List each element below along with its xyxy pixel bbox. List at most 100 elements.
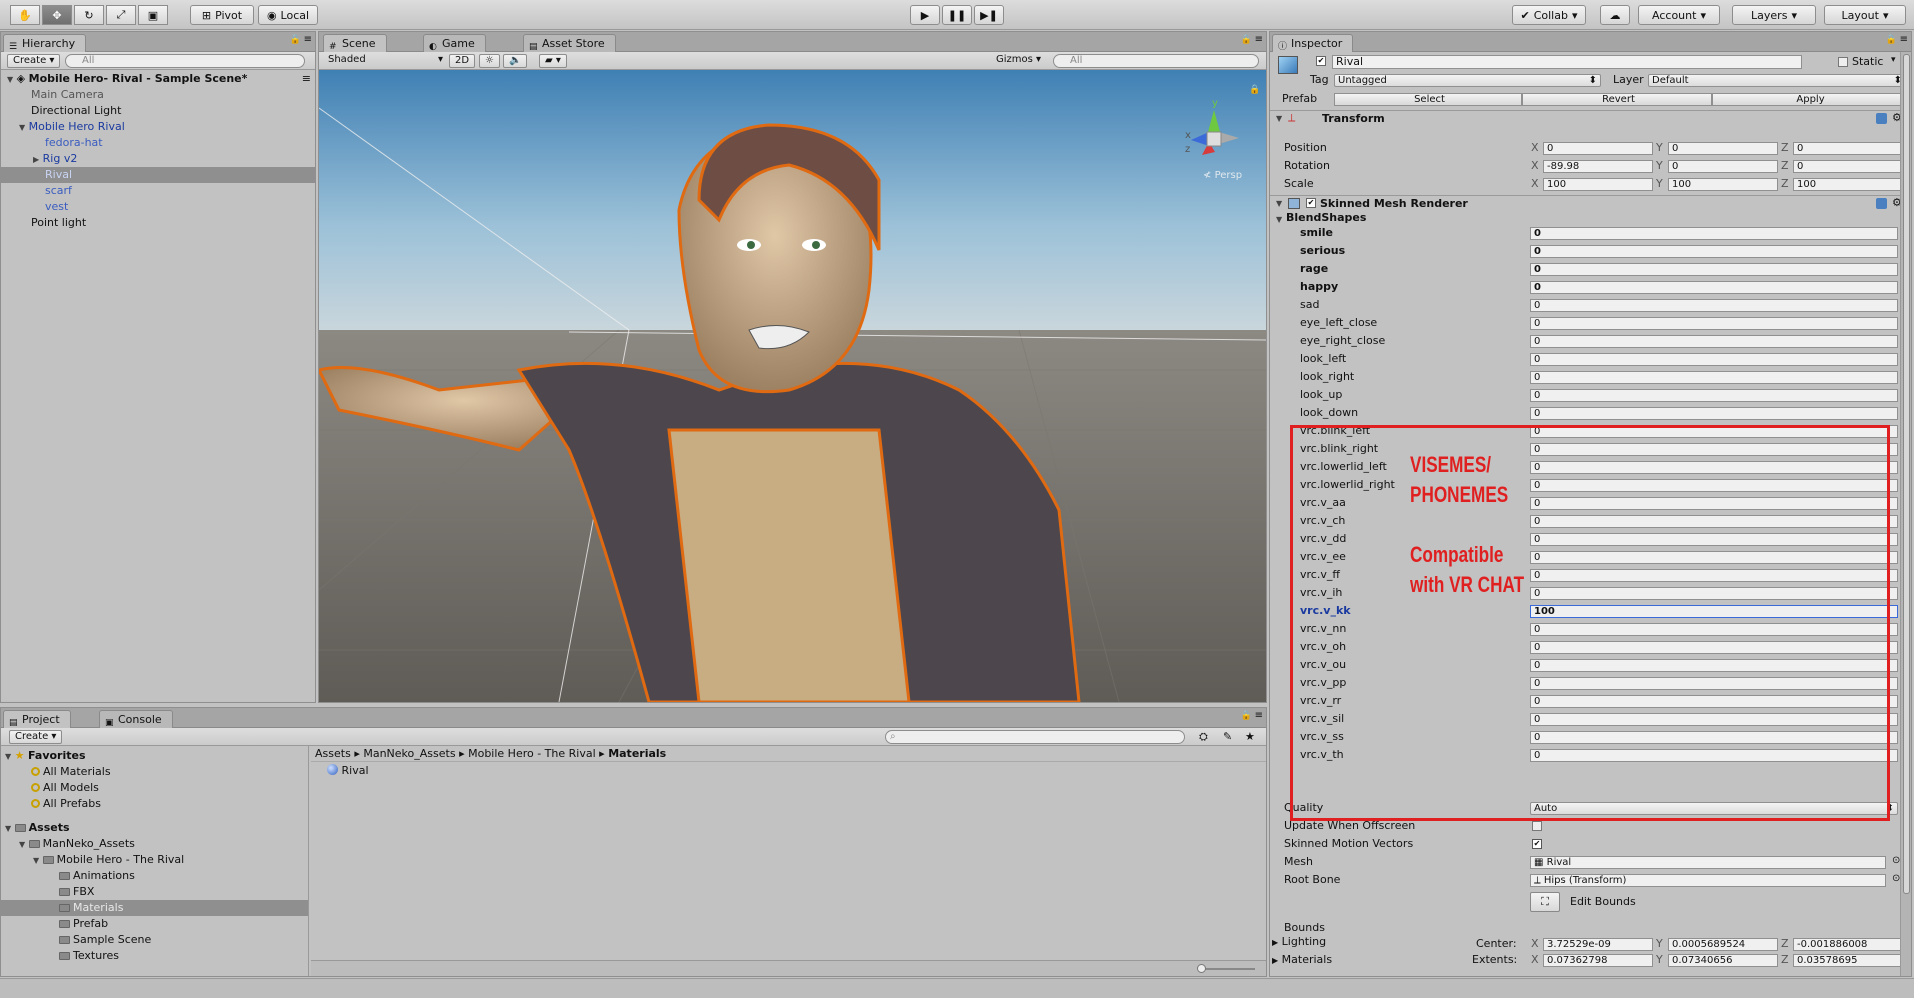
blendshape-input[interactable]: 0: [1530, 281, 1898, 294]
hierarchy-search-input[interactable]: All: [65, 54, 305, 68]
scale-x-input[interactable]: 100: [1543, 178, 1653, 191]
materials-foldout[interactable]: ▶ Materials: [1272, 952, 1572, 968]
prefab-select-button[interactable]: Select: [1334, 93, 1522, 106]
tab-game[interactable]: ◐ Game: [423, 34, 486, 52]
help-book-icon[interactable]: [1876, 198, 1887, 209]
filter-label-icon[interactable]: ✎: [1223, 730, 1232, 743]
foldout-icon[interactable]: ▼: [5, 824, 11, 833]
chevron-down-icon[interactable]: ▾: [1891, 55, 1896, 65]
list-item[interactable]: Sample Scene: [1, 932, 308, 948]
lock-icon[interactable]: 🔒: [290, 35, 301, 45]
hand-tool-button[interactable]: ✋: [10, 5, 40, 25]
blendshape-input[interactable]: 0: [1530, 407, 1898, 420]
breadcrumb-item[interactable]: ManNeko_Assets: [363, 747, 455, 760]
move-tool-button[interactable]: ✥: [42, 5, 72, 25]
hierarchy-create-button[interactable]: Create ▾: [7, 54, 61, 68]
list-item[interactable]: Prefab: [1, 916, 308, 932]
foldout-icon[interactable]: ▼: [33, 856, 39, 865]
blendshape-input[interactable]: 0: [1530, 497, 1898, 510]
menu-icon[interactable]: ≡: [1255, 710, 1263, 721]
inspector-scrollbar[interactable]: [1900, 52, 1911, 976]
project-search-input[interactable]: ⌕: [885, 730, 1185, 744]
renderer-enabled-checkbox[interactable]: ✔: [1306, 198, 1316, 208]
foldout-icon[interactable]: ▼: [1276, 215, 1282, 224]
blendshape-input[interactable]: 100: [1530, 605, 1898, 618]
list-item[interactable]: Point light: [1, 215, 315, 231]
blendshape-input[interactable]: 0: [1530, 317, 1898, 330]
transform-header[interactable]: ▼ ⟂ Transform ⚙: [1270, 110, 1911, 126]
gizmo-lock-icon[interactable]: 🔒: [1249, 84, 1260, 95]
list-item[interactable]: vest: [1, 199, 315, 215]
menu-icon[interactable]: ≡: [304, 34, 312, 45]
menu-icon[interactable]: ≡: [1900, 34, 1908, 45]
scene-search-input[interactable]: All: [1053, 54, 1259, 68]
foldout-icon[interactable]: ▼: [1276, 114, 1282, 123]
list-item[interactable]: ▼ Mobile Hero Rival: [1, 119, 315, 135]
position-y-input[interactable]: 0: [1668, 142, 1778, 155]
layout-dropdown[interactable]: Layout ▾: [1824, 5, 1906, 25]
list-item[interactable]: Directional Light: [1, 103, 315, 119]
list-item[interactable]: All Prefabs: [1, 796, 308, 812]
list-item[interactable]: ▼ ManNeko_Assets: [1, 836, 308, 852]
menu-icon[interactable]: ≡: [1255, 34, 1263, 45]
collab-dropdown[interactable]: ✔ Collab ▾: [1512, 5, 1586, 25]
list-item[interactable]: fedora-hat: [1, 135, 315, 151]
filter-type-icon[interactable]: ⛭: [1199, 730, 1208, 744]
shading-dropdown[interactable]: Shaded ▾: [323, 54, 443, 68]
active-checkbox[interactable]: ✔: [1316, 56, 1326, 66]
blendshape-input[interactable]: 0: [1530, 263, 1898, 276]
rotation-y-input[interactable]: 0: [1668, 160, 1778, 173]
blendshape-input[interactable]: 0: [1530, 389, 1898, 402]
account-dropdown[interactable]: Account ▾: [1638, 5, 1720, 25]
list-item[interactable]: FBX: [1, 884, 308, 900]
effects-dropdown[interactable]: ▰ ▾: [539, 54, 567, 68]
mesh-field[interactable]: ▦ Rival: [1530, 856, 1886, 869]
tab-hierarchy[interactable]: ☰ Hierarchy: [3, 34, 87, 52]
blendshape-input[interactable]: 0: [1530, 551, 1898, 564]
blendshape-input[interactable]: 0: [1530, 515, 1898, 528]
pivot-button[interactable]: ⊞ Pivot: [190, 5, 254, 25]
layers-dropdown[interactable]: Layers ▾: [1732, 5, 1816, 25]
prefab-apply-button[interactable]: Apply: [1712, 93, 1906, 106]
blendshape-input[interactable]: 0: [1530, 569, 1898, 582]
renderer-header[interactable]: ▼ ✔ Skinned Mesh Renderer ⚙: [1270, 195, 1911, 211]
scale-y-input[interactable]: 100: [1668, 178, 1778, 191]
favorite-star-icon[interactable]: ★: [1245, 730, 1255, 743]
foldout-icon[interactable]: ▼: [5, 752, 11, 761]
gizmos-dropdown[interactable]: Gizmos ▾: [991, 54, 1046, 68]
cloud-button[interactable]: ☁: [1600, 5, 1630, 25]
lock-icon[interactable]: 🔒: [1241, 35, 1252, 45]
blendshape-input[interactable]: 0: [1530, 659, 1898, 672]
blendshape-input[interactable]: 0: [1530, 749, 1898, 762]
blendshape-input[interactable]: 0: [1530, 227, 1898, 240]
persp-label[interactable]: ≮ Persp: [1203, 170, 1242, 181]
local-button[interactable]: ◉ Local: [258, 5, 318, 25]
list-item[interactable]: Animations: [1, 868, 308, 884]
tab-project[interactable]: ▤ Project: [3, 710, 71, 728]
foldout-icon[interactable]: ▼: [19, 840, 25, 849]
position-x-input[interactable]: 0: [1543, 142, 1653, 155]
blendshape-input[interactable]: 0: [1530, 479, 1898, 492]
scale-z-input[interactable]: 100: [1793, 178, 1903, 191]
center-y-input[interactable]: 0.0005689524: [1668, 938, 1778, 951]
list-item[interactable]: Textures: [1, 948, 308, 964]
foldout-icon[interactable]: ▼: [1276, 199, 1282, 208]
list-item[interactable]: Rival: [1, 167, 315, 183]
list-item[interactable]: All Models: [1, 780, 308, 796]
blendshape-input[interactable]: 0: [1530, 587, 1898, 600]
step-button[interactable]: ▶❚: [974, 5, 1004, 25]
position-z-input[interactable]: 0: [1793, 142, 1903, 155]
layer-dropdown[interactable]: Default ⬍: [1648, 74, 1906, 87]
blendshape-input[interactable]: 0: [1530, 299, 1898, 312]
breadcrumb-item[interactable]: Mobile Hero - The Rival: [468, 747, 596, 760]
blendshape-input[interactable]: 0: [1530, 713, 1898, 726]
foldout-icon[interactable]: ▶: [33, 155, 39, 164]
list-item[interactable]: Rival: [327, 763, 527, 779]
extents-y-input[interactable]: 0.07340656: [1668, 954, 1778, 967]
scene-row[interactable]: ▼ ◈ Mobile Hero- Rival - Sample Scene* ≡: [1, 71, 315, 87]
list-item[interactable]: Materials: [1, 900, 308, 916]
list-item[interactable]: Main Camera: [1, 87, 315, 103]
tab-asset-store[interactable]: ▤ Asset Store: [523, 34, 616, 52]
scale-tool-button[interactable]: ⤢: [106, 5, 136, 25]
blendshape-input[interactable]: 0: [1530, 641, 1898, 654]
